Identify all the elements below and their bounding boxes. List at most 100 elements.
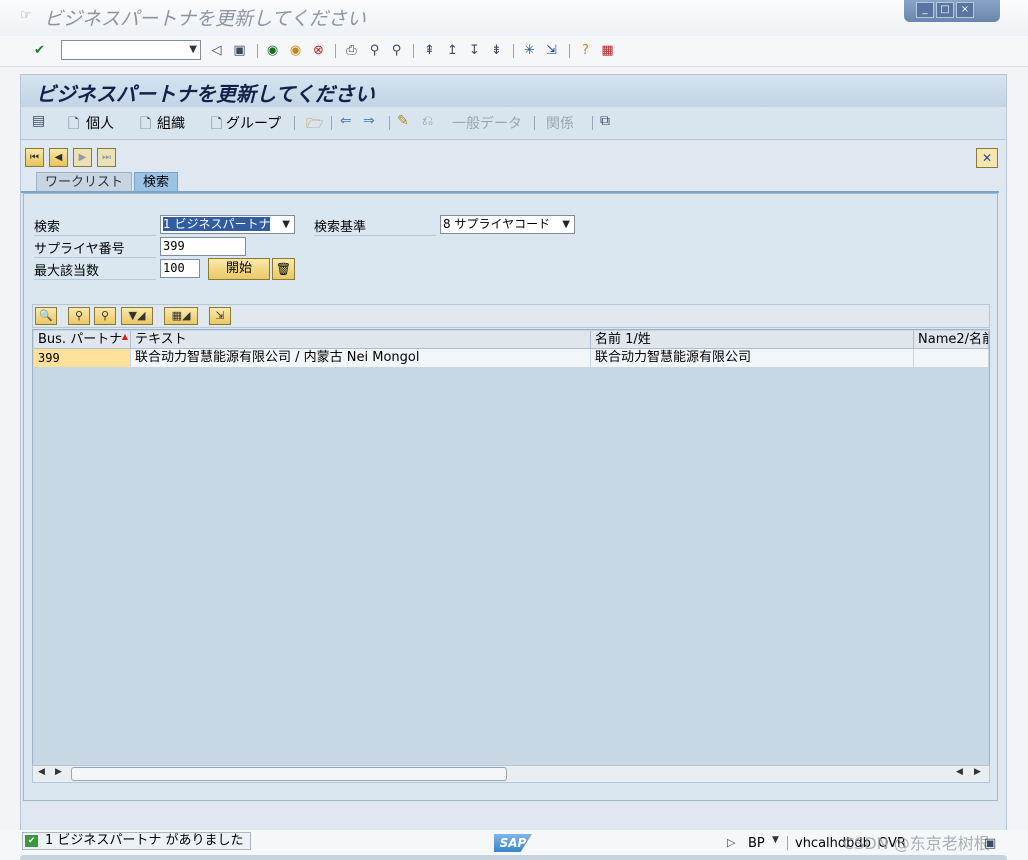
next-entry-icon[interactable]: ▶	[73, 148, 92, 167]
new-document-icon: 🗋	[211, 116, 223, 132]
filter-funnel-icon[interactable]: ▼◢	[121, 307, 153, 325]
toolbar-divider	[389, 116, 390, 130]
new-document-icon: 🗋	[68, 116, 80, 132]
tab-worklist[interactable]: ワークリスト	[36, 172, 133, 193]
display-change-icon[interactable]: ✎	[397, 113, 409, 129]
services-for-object-icon[interactable]: ⧉	[600, 113, 610, 129]
toolbar-divider	[335, 44, 336, 58]
sort-ascending-icon: ▲	[121, 332, 128, 341]
bottom-strip	[20, 855, 1007, 860]
search-type-value: 1 ビジネスパートナ	[163, 217, 271, 231]
scroll-left-icon[interactable]: ◀	[956, 767, 963, 777]
status-divider	[787, 836, 788, 850]
chevron-down-icon[interactable]: ▼	[772, 835, 779, 845]
scroll-left-icon[interactable]: ◀	[38, 767, 45, 777]
last-page-icon[interactable]: ⇟	[488, 42, 505, 59]
find-icon[interactable]: ⚲	[366, 42, 383, 59]
success-check-icon: ✔	[25, 835, 38, 847]
cancel-icon[interactable]: ⊗	[310, 42, 327, 59]
first-page-icon[interactable]: ⇞	[421, 42, 438, 59]
search-label: 検索	[34, 216, 156, 236]
back-arrow-icon[interactable]: ⇐	[340, 113, 352, 129]
scrollbar-thumb[interactable]	[71, 767, 507, 781]
create-person-button[interactable]: 個人	[86, 113, 114, 133]
minimize-button[interactable]: _	[916, 2, 934, 18]
column-header-bp-label: Bus. パートナ	[38, 332, 123, 347]
chevron-down-icon[interactable]: ▼	[562, 216, 570, 233]
layout-grid-icon[interactable]: ▦◢	[164, 307, 198, 325]
scroll-right-icon[interactable]: ▶	[55, 767, 62, 777]
create-organization-button[interactable]: 組織	[157, 113, 185, 133]
expand-status-icon[interactable]: ▷	[727, 836, 735, 849]
column-header-name1[interactable]: 名前 1/姓	[591, 331, 914, 349]
lock-icon: ▣	[984, 836, 997, 851]
search-criteria-select[interactable]: 8 サプライヤコード ▼	[440, 215, 575, 234]
page-title: ビジネスパートナを更新してください	[36, 82, 375, 106]
search-type-select[interactable]: 1 ビジネスパートナ ▼	[160, 215, 295, 234]
toolbar-divider	[569, 44, 570, 58]
new-document-icon: 🗋	[140, 116, 152, 132]
search-criteria-value: 8 サプライヤコード	[443, 217, 551, 231]
window-title: ビジネスパートナを更新してください	[44, 8, 366, 30]
previous-page-icon[interactable]: ↥	[444, 42, 461, 59]
enter-checkmark-icon[interactable]: ✔	[31, 42, 48, 59]
switch-icon[interactable]: ⎌	[422, 113, 433, 129]
results-grid	[32, 329, 990, 766]
column-header-text[interactable]: テキスト	[131, 331, 591, 349]
shortcut-icon[interactable]: ⇲	[543, 42, 560, 59]
customize-layout-icon[interactable]: ▦	[599, 42, 616, 59]
window-menu-icon[interactable]: ☞	[20, 9, 34, 22]
max-hits-label: 最大該当数	[34, 260, 156, 280]
toolbar-divider	[413, 44, 414, 58]
find-next-icon[interactable]: ⚲	[388, 42, 405, 59]
toolbar-divider	[592, 116, 593, 130]
toolbar-divider	[331, 116, 332, 130]
find-binoculars-icon[interactable]: ⚲	[68, 307, 90, 325]
transaction-code: BP	[748, 836, 765, 851]
column-header-name2[interactable]: Name2/名前	[914, 331, 989, 349]
general-data-button[interactable]: 一般データ	[452, 113, 522, 133]
table-cell-bp[interactable]: 399	[34, 349, 131, 368]
collapse-triangle-icon[interactable]: ◁	[208, 42, 225, 59]
toolbar-divider	[257, 44, 258, 58]
print-icon[interactable]: ⎙	[343, 42, 360, 59]
maximize-button[interactable]: □	[936, 2, 954, 18]
table-cell-name2[interactable]	[914, 349, 989, 368]
table-cell-name1[interactable]: 联合动力智慧能源有限公司	[591, 349, 914, 368]
find-next-binoculars-icon[interactable]: ⚲	[94, 307, 116, 325]
clear-trash-icon[interactable]: 🗑	[272, 258, 295, 280]
start-search-button[interactable]: 開始	[208, 258, 270, 280]
exit-icon[interactable]: ◉	[287, 42, 304, 59]
tab-search[interactable]: 検索	[134, 172, 179, 193]
chevron-down-icon[interactable]: ▼	[282, 216, 290, 233]
column-header-bp[interactable]: Bus. パートナ ▲	[34, 331, 131, 349]
forward-arrow-icon[interactable]: ⇒	[363, 113, 375, 129]
close-window-button[interactable]: ×	[956, 2, 974, 18]
previous-entry-icon[interactable]: ◀	[49, 148, 68, 167]
command-field[interactable]: ▼	[61, 40, 201, 60]
last-entry-icon[interactable]: ⏭	[97, 148, 116, 167]
new-session-icon[interactable]: ✳	[521, 42, 538, 59]
search-criteria-label: 検索基準	[314, 216, 436, 236]
details-magnifier-icon[interactable]: 🔍	[35, 307, 57, 325]
supplier-number-input[interactable]: 399	[160, 237, 246, 256]
scroll-right-icon[interactable]: ▶	[974, 767, 981, 777]
max-hits-input[interactable]: 100	[160, 259, 200, 278]
first-entry-icon[interactable]: ⏮	[25, 148, 44, 167]
next-page-icon[interactable]: ↧	[466, 42, 483, 59]
export-icon[interactable]: ⇲	[209, 307, 231, 325]
chevron-down-icon[interactable]: ▼	[189, 44, 197, 55]
supplier-number-label: サプライヤ番号	[34, 238, 156, 258]
create-group-button[interactable]: グループ	[226, 113, 281, 133]
toolbar-divider	[534, 116, 535, 130]
status-message[interactable]: 1 ビジネスパートナ がありました	[22, 832, 251, 850]
worklist-toggle-icon[interactable]: ▤	[32, 113, 45, 129]
toolbar-divider	[294, 116, 295, 130]
table-cell-text[interactable]: 联合动力智慧能源有限公司 / 内蒙古 Nei Mongol	[131, 349, 591, 368]
save-icon[interactable]: ▣	[231, 42, 248, 59]
help-icon[interactable]: ?	[577, 42, 594, 59]
open-folder-icon[interactable]: 🗁	[306, 113, 323, 137]
relations-button[interactable]: 関係	[546, 113, 574, 133]
back-icon[interactable]: ◉	[264, 42, 281, 59]
close-locator-icon[interactable]: ✕	[976, 148, 998, 168]
